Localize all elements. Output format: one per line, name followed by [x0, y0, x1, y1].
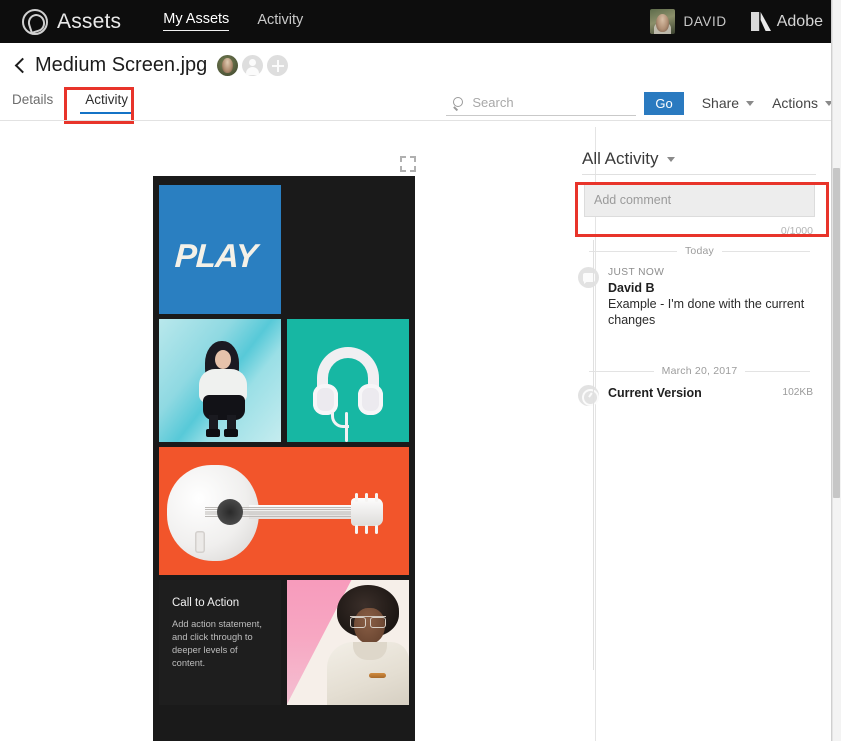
preview-tile-call-to-action: Call to Action Add action statement, and… [159, 580, 281, 705]
user-name-label[interactable]: DAVID [683, 14, 726, 29]
chevron-down-icon [666, 156, 675, 162]
asset-header: Medium Screen.jpg [0, 43, 841, 88]
user-avatar-photo[interactable] [650, 9, 676, 34]
activity-separator-label: Today [684, 245, 715, 257]
asset-preview-image[interactable]: PLAY Call to Action Add action statement… [153, 176, 415, 741]
add-person-icon[interactable] [267, 55, 289, 76]
activity-entry-author: David B [608, 281, 655, 295]
top-bar-right-cluster: DAVID Adobe [650, 9, 841, 34]
activity-entry-timestamp: JUST NOW [608, 267, 665, 278]
vertical-scrollbar[interactable] [832, 0, 841, 741]
page-title: Medium Screen.jpg [35, 54, 208, 76]
activity-separator-today: Today [589, 245, 810, 257]
actions-menu-label: Actions [772, 95, 818, 111]
toolbar-right: Go Share Actions [446, 88, 833, 118]
preview-cta-body: Add action statement, and click through … [172, 619, 262, 668]
activity-separator-date: March 20, 2017 [589, 365, 811, 377]
collaborator-avatar-placeholder[interactable] [242, 55, 264, 76]
activity-entry-message: Example - I'm done with the current chan… [608, 297, 805, 327]
preview-tile-headphones-photo [287, 319, 409, 442]
search-box[interactable] [446, 90, 637, 116]
comment-bubble-icon [578, 267, 599, 288]
search-icon [452, 96, 466, 110]
clock-icon [578, 385, 599, 406]
app-brand-title: Assets [57, 9, 122, 33]
actions-menu-button[interactable]: Actions [772, 95, 833, 111]
preview-tile-woman-photo [159, 319, 281, 442]
back-chevron-icon[interactable] [12, 56, 30, 76]
activity-filter-label: All Activity [582, 149, 659, 168]
go-button[interactable]: Go [644, 91, 684, 115]
adobe-word-label: Adobe [776, 12, 823, 30]
preview-tile-play: PLAY [159, 185, 281, 314]
add-comment-input[interactable] [584, 184, 815, 217]
preview-tile-man-photo [287, 580, 409, 705]
vertical-scrollbar-thumb[interactable] [833, 168, 840, 498]
activity-entry-file-size: 102KB [782, 387, 813, 398]
activity-entry-version[interactable]: Current Version 102KB [578, 385, 823, 406]
search-input[interactable] [472, 95, 623, 110]
activity-pane: All Activity 0/1000 Today JUST NOW David… [578, 127, 832, 741]
creative-cloud-icon[interactable] [22, 8, 48, 35]
share-menu-button[interactable]: Share [701, 95, 755, 111]
preview-tile-play-text: PLAY [174, 237, 258, 274]
collaborator-avatar-photo[interactable] [217, 55, 239, 76]
tab-details[interactable]: Details [10, 88, 55, 114]
header-divider [0, 120, 833, 121]
top-navigation-bar: Assets My Assets Activity DAVID Adobe [0, 0, 841, 43]
add-comment-wrapper: 0/1000 [584, 184, 815, 237]
activity-entry-comment[interactable]: JUST NOW David B Example - I'm done with… [578, 267, 823, 328]
activity-filter-dropdown[interactable]: All Activity [582, 149, 675, 169]
top-nav-activity[interactable]: Activity [257, 13, 303, 31]
tab-activity[interactable]: Activity [80, 88, 133, 115]
adobe-logo-icon [750, 12, 771, 31]
comment-character-counter: 0/1000 [780, 225, 813, 237]
share-menu-label: Share [701, 95, 740, 111]
fullscreen-expand-icon[interactable] [400, 156, 416, 172]
preview-cta-title: Call to Action [172, 597, 240, 609]
collaborator-list [217, 55, 289, 76]
activity-separator-label: March 20, 2017 [661, 365, 738, 377]
chevron-down-icon [746, 100, 755, 106]
top-nav-links: My Assets Activity [163, 0, 303, 43]
top-nav-my-assets[interactable]: My Assets [163, 12, 230, 31]
preview-tile-guitar-photo [159, 447, 409, 575]
activity-filter-divider [582, 174, 816, 175]
activity-timeline-spine [593, 240, 594, 670]
activity-entry-version-label: Current Version [608, 386, 702, 400]
